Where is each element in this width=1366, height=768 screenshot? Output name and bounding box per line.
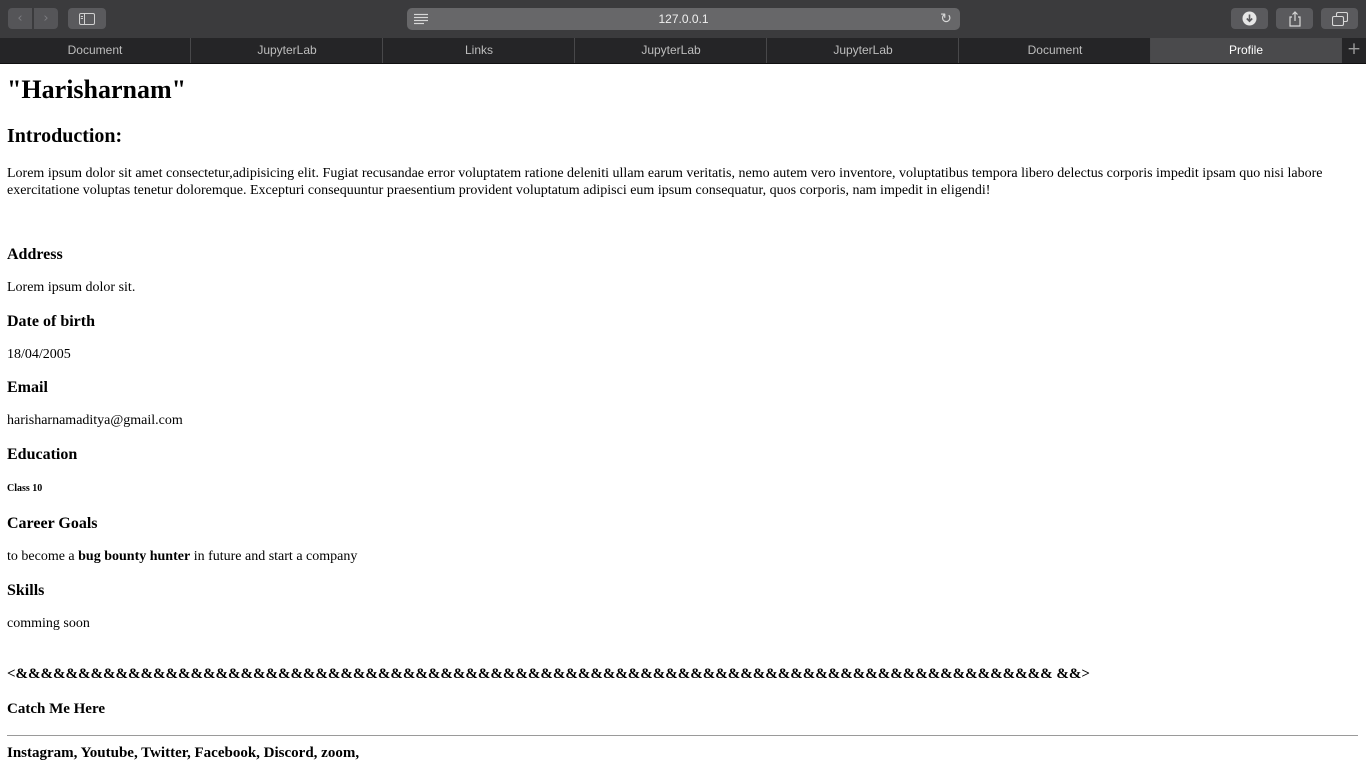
email-heading: Email — [7, 379, 48, 396]
tab-jupyterlab[interactable]: JupyterLab — [768, 38, 959, 63]
address-heading: Address — [7, 246, 63, 263]
tab-jupyterlab[interactable]: JupyterLab — [576, 38, 767, 63]
tab-bar: Document JupyterLab Links JupyterLab Jup… — [0, 38, 1366, 64]
dob-value: 18/04/2005 — [7, 347, 71, 362]
back-button[interactable]: ‹ — [8, 8, 32, 29]
plus-icon: + — [1346, 39, 1362, 59]
chevron-right-icon: › — [43, 11, 49, 26]
skills-heading: Skills — [7, 582, 45, 599]
browser-toolbar: ‹ › 127.0.0.1 ↻ — [0, 0, 1366, 38]
url-text: 127.0.0.1 — [658, 12, 709, 26]
download-icon — [1242, 11, 1257, 26]
intro-heading: Introduction: — [7, 125, 123, 147]
career-text-post: in future and start a company — [190, 549, 358, 564]
tab-jupyterlab[interactable]: JupyterLab — [192, 38, 383, 63]
sidebar-icon — [79, 12, 95, 25]
tab-document[interactable]: Document — [0, 38, 191, 63]
chevron-left-icon: ‹ — [17, 11, 23, 26]
share-button[interactable] — [1276, 8, 1313, 29]
tab-document[interactable]: Document — [960, 38, 1151, 63]
dob-heading: Date of birth — [7, 313, 95, 330]
tab-links[interactable]: Links — [384, 38, 575, 63]
reload-icon[interactable]: ↻ — [938, 11, 954, 27]
tab-overview-button[interactable] — [1321, 8, 1358, 29]
intro-text: Lorem ipsum dolor sit amet consectetur,a… — [7, 166, 1323, 198]
education-value: Class 10 — [7, 483, 43, 494]
skills-value: comming soon — [7, 616, 90, 631]
address-value: Lorem ipsum dolor sit. — [7, 280, 136, 295]
web-page: "Harisharnam" Introduction: Lorem ipsum … — [0, 63, 1366, 768]
career-heading: Career Goals — [7, 515, 98, 532]
forward-button[interactable]: › — [34, 8, 58, 29]
career-text-bold: bug bounty hunter — [78, 549, 191, 564]
address-bar[interactable]: 127.0.0.1 ↻ — [407, 8, 960, 30]
social-links: Instagram, Youtube, Twitter, Facebook, D… — [7, 745, 360, 761]
share-icon — [1288, 10, 1301, 27]
tab-profile[interactable]: Profile — [1151, 38, 1342, 63]
new-tab-button[interactable]: + — [1342, 38, 1366, 63]
tab-overview-icon — [1331, 11, 1348, 26]
sidebar-toggle-button[interactable] — [68, 8, 106, 29]
downloads-button[interactable] — [1231, 8, 1268, 29]
career-text-pre: to become a — [7, 549, 79, 564]
catch-heading: Catch Me Here — [7, 701, 106, 717]
horizontal-rule — [7, 735, 1358, 736]
page-title: "Harisharnam" — [7, 75, 187, 104]
divider-text: <&&&&&&&&&&&&&&&&&&&&&&&&&&&&&&&&&&&&&&&… — [7, 666, 1090, 682]
education-heading: Education — [7, 446, 78, 463]
email-value: harisharnamaditya@gmail.com — [7, 413, 183, 428]
career-text: to become a bug bounty hunter in future … — [7, 549, 357, 565]
